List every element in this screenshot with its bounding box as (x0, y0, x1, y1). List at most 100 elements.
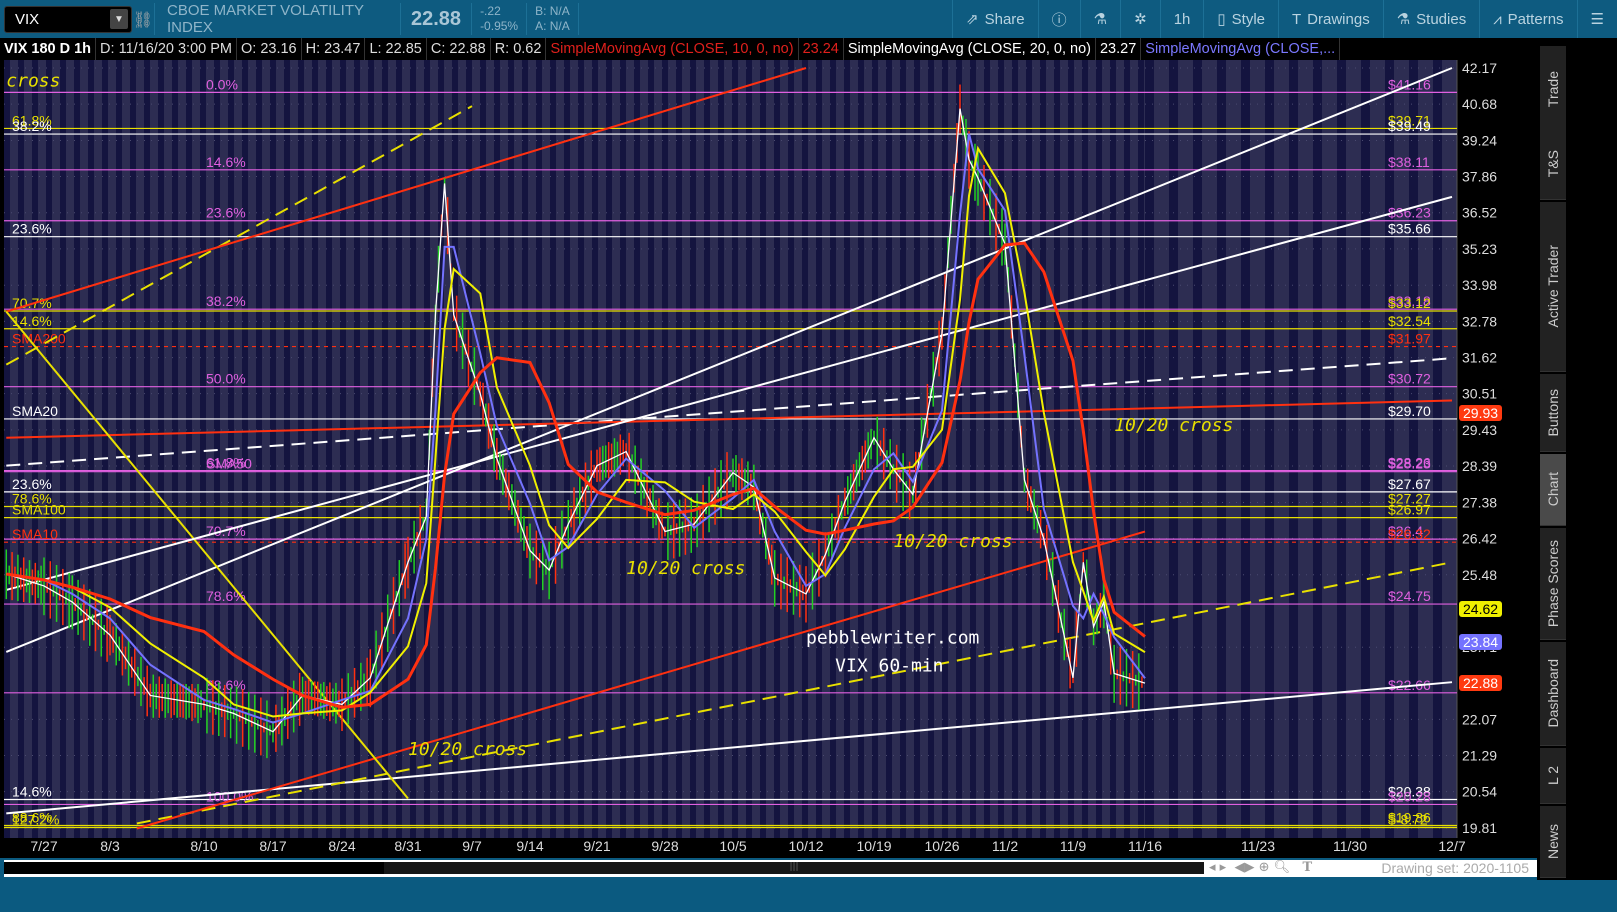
menu-button[interactable]: ☰ (1576, 0, 1617, 38)
drawings-button[interactable]: T Drawings (1278, 0, 1383, 38)
tab-label: T&S (1545, 149, 1561, 178)
price-tick-label: 26.42 (1462, 530, 1497, 546)
style-button[interactable]: ▯ Style (1203, 0, 1278, 38)
button-label: Style (1231, 10, 1265, 28)
zoom-tools[interactable]: ◂ ▸ ◀▶ ⊕ 🔍︎ T (1209, 860, 1312, 875)
toolbar: VIX ▼ ⛓ CBOE MARKET VOLATILITY INDEX 22.8… (0, 0, 1617, 38)
button-label: Studies (1416, 10, 1467, 28)
date-tick-label: 11/30 (1333, 838, 1367, 854)
scrollbar-thumb[interactable]: ||| (384, 862, 1204, 874)
bar-date: D: 11/16/20 3:00 PM (96, 38, 237, 60)
date-tick-label: 10/12 (788, 838, 824, 854)
level-price-label: $26.97 (1388, 502, 1431, 518)
date-tick-label: 10/26 (924, 838, 960, 854)
level-price-label: $35.66 (1388, 221, 1431, 237)
price-tick-label: 36.52 (1462, 205, 1497, 221)
price-tick-label: 22.07 (1462, 711, 1497, 727)
tab-label: L 2 (1545, 766, 1561, 785)
trendline (5, 67, 807, 313)
annotation-label: pebblewriter.com (806, 627, 979, 648)
sidebar-tab-chart[interactable]: Chart (1540, 454, 1566, 526)
price-chart[interactable]: 42.17 40.68 39.24 37.86 36.52 35.23 33.98 32.78… (0, 60, 1537, 838)
date-tick-label: 11/16 (1128, 838, 1162, 854)
level-percent-label: 23.6% (12, 476, 52, 492)
date-tick-label: 8/31 (394, 838, 422, 854)
date-tick-label: 7/27 (30, 838, 58, 854)
tab-label: Chart (1545, 472, 1561, 507)
symbol-selector[interactable]: VIX ▼ (4, 5, 132, 33)
study-name[interactable]: SimpleMovingAvg (CLOSE, 20, 0, no) (844, 38, 1096, 60)
symbol-value: VIX (15, 10, 40, 28)
gear-button[interactable]: ✲ (1120, 0, 1160, 38)
date-axis: 7/27 8/3 8/10 8/17 8/24 8/31 9/7 9/14 9/21 9/28 10… (0, 838, 1537, 858)
sidebar-tab-phase-scores[interactable]: Phase Scores (1540, 528, 1566, 640)
trendline (6, 195, 1453, 591)
info-icon: ⓘ (1051, 11, 1067, 29)
date-tick-label: 12/7 (1438, 838, 1466, 854)
info-button[interactable]: ⓘ (1037, 0, 1080, 38)
button-label: Drawings (1307, 10, 1370, 28)
date-tick-label: 11/2 (991, 838, 1019, 854)
study-name[interactable]: SimpleMovingAvg (CLOSE, 10, 0, no) (546, 38, 799, 60)
tab-label: Dashboard (1545, 659, 1561, 728)
1h-button[interactable]: 1h (1159, 0, 1204, 38)
price-tick-label: 21.29 (1462, 748, 1497, 764)
trendline (6, 681, 1453, 815)
level-percent-label: SMA20 (12, 403, 58, 419)
level-percent-label: 0.0% (206, 76, 238, 92)
tab-label: Phase Scores (1545, 539, 1561, 628)
date-tick-label: 8/10 (190, 838, 218, 854)
price-tick-label: 20.54 (1462, 784, 1497, 800)
text-tool-icon: T (1292, 10, 1302, 28)
price-tick-label: 32.78 (1462, 313, 1497, 329)
annotation-label: 10/20 cross (893, 531, 1012, 552)
sidebar-tab-dashboard[interactable]: Dashboard (1540, 642, 1566, 746)
studies-button[interactable]: ⚗ Studies (1382, 0, 1480, 38)
sidebar-tab-buttons[interactable]: Buttons (1540, 374, 1566, 452)
level-price-label: $20.28 (1388, 788, 1431, 804)
price-tick-label: 35.23 (1462, 241, 1497, 257)
level-percent-label: 14.6% (12, 783, 52, 799)
patterns-button[interactable]: ⩘ Patterns (1479, 0, 1576, 38)
last-price: 22.88 (411, 7, 462, 30)
share-icon: ⇗ (966, 11, 979, 28)
study-value: 23.24 (799, 38, 844, 60)
price-tick-label: 40.68 (1462, 96, 1497, 112)
level-price-label: $38.11 (1388, 154, 1430, 170)
tab-label: News (1545, 823, 1561, 859)
study-value: 23.27 (1096, 38, 1142, 60)
patterns-icon: ⩘ (1493, 10, 1502, 28)
date-tick-label: 8/3 (100, 838, 120, 854)
sidebar-tab-active-trader[interactable]: Active Trader (1540, 202, 1566, 372)
chart-canvas[interactable]: 42.17 40.68 39.24 37.86 36.52 35.23 33.98 32.78… (0, 60, 1537, 838)
button-label: Share (984, 10, 1025, 28)
annotation-label: 10/20 cross (408, 739, 527, 760)
tab-label: Active Trader (1545, 245, 1561, 328)
level-percent-label: 38.2% (206, 293, 246, 309)
level-percent-label: 23.6% (12, 221, 52, 237)
level-percent-label: 38.2% (12, 118, 52, 134)
level-percent-label: SMA200 (12, 331, 66, 347)
price-tick-label: 33.98 (1462, 277, 1497, 293)
date-tick-label: 9/14 (516, 838, 544, 854)
sidebar-tab-trade[interactable]: Trade (1540, 46, 1566, 134)
level-percent-label: 50.0% (206, 371, 246, 387)
chevron-down-icon[interactable]: ▼ (110, 9, 128, 29)
sidebar-tab-t-s[interactable]: T&S (1540, 128, 1566, 200)
date-tick-label: 10/19 (856, 838, 892, 854)
flask-button[interactable]: ⚗ (1079, 0, 1120, 38)
bid: B: N/A (535, 4, 570, 18)
sidebar-tab-news[interactable]: News (1540, 806, 1566, 878)
bar-high: H: 23.47 (302, 38, 366, 60)
bar-low: L: 22.85 (365, 38, 427, 60)
drawing-set-selector[interactable]: Drawing set: 2020-1105 (1381, 860, 1529, 876)
horizontal-scrollbar[interactable]: ||| ◂ ▸ ◀▶ ⊕ 🔍︎ T Drawing set: 2020-1105 (4, 860, 1537, 877)
price-tick-label: 42.17 (1462, 60, 1497, 76)
link-icon[interactable]: ⛓ (132, 10, 154, 29)
sidebar-tab-l-2[interactable]: L 2 (1540, 748, 1566, 804)
share-button[interactable]: ⇗ Share (952, 0, 1038, 38)
price-badge: 24.62 (1459, 601, 1503, 618)
study-name[interactable]: SimpleMovingAvg (CLOSE,... (1141, 38, 1341, 60)
tab-label: Trade (1545, 71, 1561, 108)
date-tick-label: 11/23 (1241, 838, 1275, 854)
